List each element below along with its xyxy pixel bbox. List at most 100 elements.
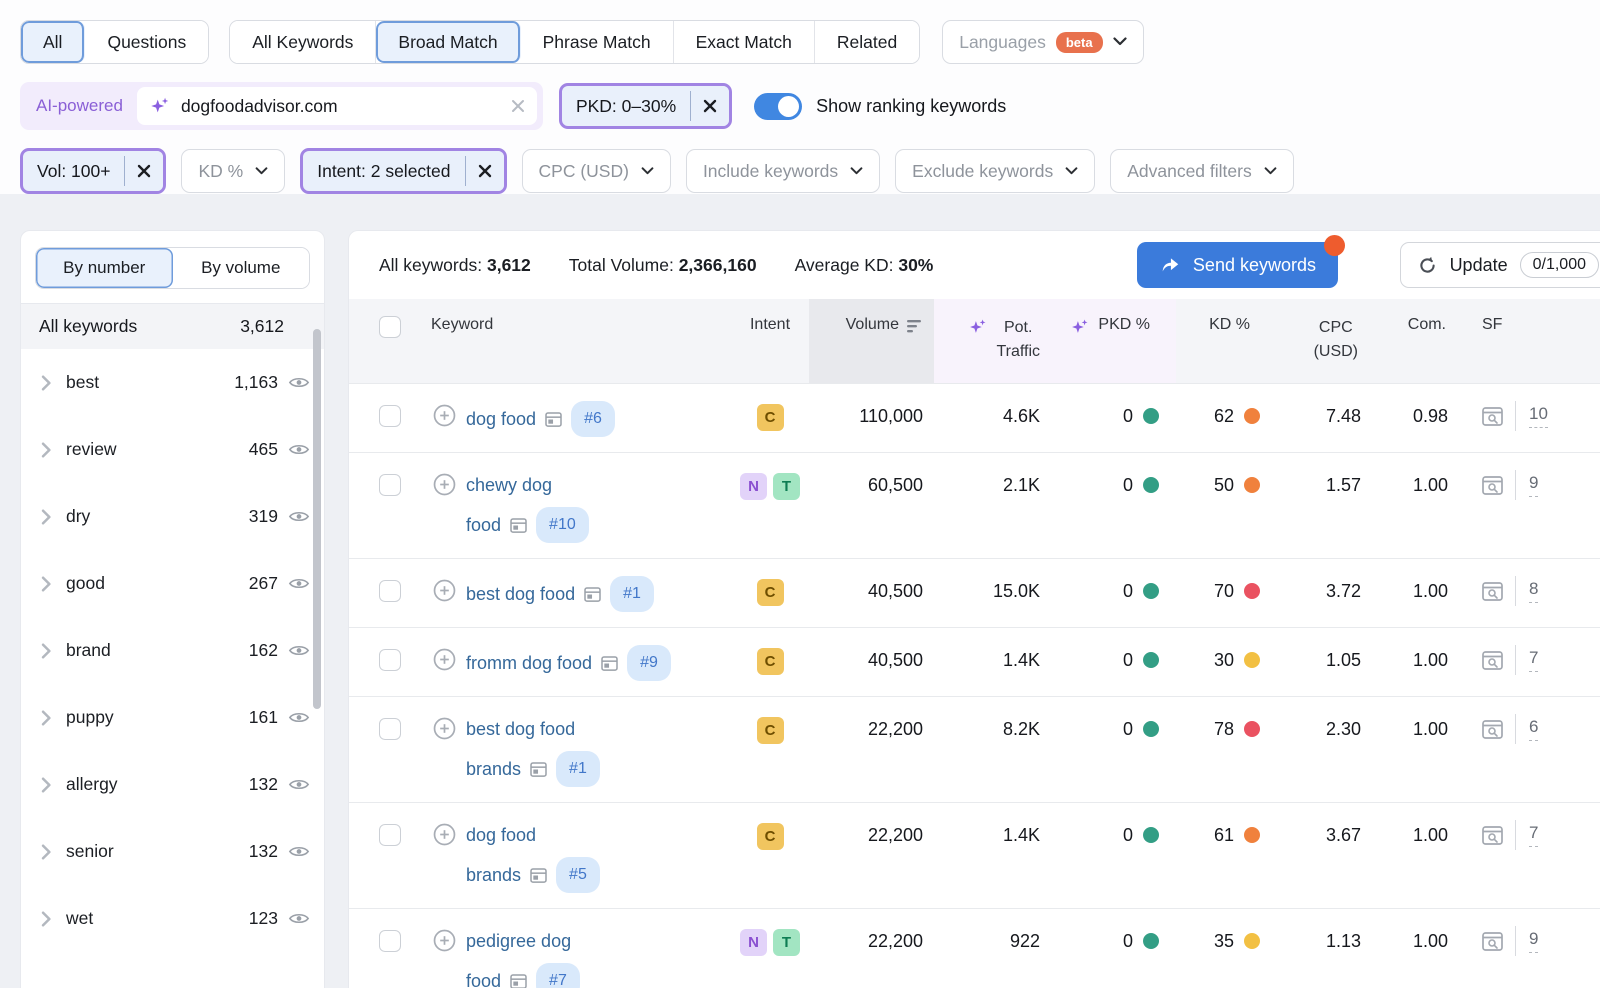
keyword-link[interactable]: best dog food: [466, 714, 575, 744]
tab-questions[interactable]: Questions: [85, 21, 208, 63]
eye-icon[interactable]: [288, 576, 310, 591]
keyword-link[interactable]: brands: [466, 860, 521, 890]
serp-features-icon[interactable]: [584, 587, 601, 602]
chevron-right-icon[interactable]: [41, 643, 52, 659]
eye-icon[interactable]: [288, 375, 310, 390]
position-badge[interactable]: #1: [556, 751, 600, 787]
intent-badge-t[interactable]: T: [773, 929, 800, 956]
position-badge[interactable]: #6: [571, 401, 615, 437]
tab-exact-match[interactable]: Exact Match: [674, 21, 815, 63]
eye-icon[interactable]: [288, 777, 310, 792]
eye-icon[interactable]: [288, 643, 310, 658]
add-keyword-icon[interactable]: [433, 929, 456, 952]
sidebar-scrollbar[interactable]: [313, 329, 321, 709]
chevron-right-icon[interactable]: [41, 710, 52, 726]
row-checkbox[interactable]: [379, 405, 401, 427]
position-badge[interactable]: #9: [627, 645, 671, 681]
serp-features-icon[interactable]: [510, 974, 527, 988]
chevron-right-icon[interactable]: [41, 576, 52, 592]
add-keyword-icon[interactable]: [433, 579, 456, 602]
eye-icon[interactable]: [288, 509, 310, 524]
position-badge[interactable]: #5: [556, 857, 600, 893]
serp-preview-icon[interactable]: [1482, 651, 1503, 670]
position-badge[interactable]: #7: [536, 963, 580, 988]
eye-icon[interactable]: [288, 710, 310, 725]
row-checkbox[interactable]: [379, 649, 401, 671]
kd-filter-dropdown[interactable]: KD %: [181, 149, 285, 193]
row-checkbox[interactable]: [379, 718, 401, 740]
exclude-keywords-dropdown[interactable]: Exclude keywords: [895, 149, 1095, 193]
keyword-link[interactable]: dog food: [466, 820, 536, 850]
row-checkbox[interactable]: [379, 580, 401, 602]
keyword-link[interactable]: chewy dog: [466, 470, 552, 500]
keyword-group-item[interactable]: best1,163: [21, 349, 324, 416]
serp-preview-icon[interactable]: [1482, 582, 1503, 601]
tab-all[interactable]: All: [21, 21, 85, 63]
keyword-link[interactable]: best dog food: [466, 579, 575, 609]
add-keyword-icon[interactable]: [433, 823, 456, 846]
serp-preview-icon[interactable]: [1482, 826, 1503, 845]
chevron-right-icon[interactable]: [41, 442, 52, 458]
add-keyword-icon[interactable]: [433, 473, 456, 496]
header-cpc[interactable]: CPC (USD): [1272, 299, 1368, 383]
intent-badge-c[interactable]: C: [757, 823, 784, 850]
search-input[interactable]: [181, 96, 511, 117]
serp-features-icon[interactable]: [530, 762, 547, 777]
row-checkbox[interactable]: [379, 930, 401, 952]
all-keywords-row[interactable]: All keywords 3,612: [21, 303, 324, 349]
update-button[interactable]: Update 0/1,000: [1400, 242, 1600, 288]
add-keyword-icon[interactable]: [433, 404, 456, 427]
keyword-link[interactable]: pedigree dog: [466, 926, 571, 956]
remove-volume-filter-icon[interactable]: [125, 151, 163, 191]
tab-all-keywords[interactable]: All Keywords: [230, 21, 376, 63]
show-ranking-keywords-toggle[interactable]: [754, 93, 802, 120]
header-pot-traffic[interactable]: Pot. Traffic: [934, 299, 1056, 383]
serp-features-icon[interactable]: [601, 656, 618, 671]
tab-by-number[interactable]: By number: [36, 248, 173, 288]
clear-search-icon[interactable]: [511, 99, 525, 113]
keyword-group-item[interactable]: puppy161: [21, 684, 324, 751]
keyword-link[interactable]: food: [466, 966, 501, 988]
position-badge[interactable]: #10: [536, 507, 589, 543]
keyword-link[interactable]: fromm dog food: [466, 648, 592, 678]
keyword-group-item[interactable]: wet123: [21, 885, 324, 952]
remove-intent-filter-icon[interactable]: [466, 151, 504, 191]
eye-icon[interactable]: [288, 442, 310, 457]
header-volume[interactable]: Volume: [809, 299, 934, 383]
serp-features-icon[interactable]: [545, 412, 562, 427]
header-pkd[interactable]: PKD %: [1056, 299, 1176, 383]
eye-icon[interactable]: [288, 911, 310, 926]
serp-preview-icon[interactable]: [1482, 407, 1503, 426]
tab-phrase-match[interactable]: Phrase Match: [521, 21, 674, 63]
intent-badge-t[interactable]: T: [773, 473, 800, 500]
header-intent[interactable]: Intent: [731, 299, 809, 383]
serp-features-icon[interactable]: [510, 518, 527, 533]
advanced-filters-dropdown[interactable]: Advanced filters: [1110, 149, 1294, 193]
add-keyword-icon[interactable]: [433, 717, 456, 740]
serp-preview-icon[interactable]: [1482, 476, 1503, 495]
keyword-group-item[interactable]: brand162: [21, 617, 324, 684]
keyword-link[interactable]: food: [466, 510, 501, 540]
intent-badge-c[interactable]: C: [757, 717, 784, 744]
keyword-group-item[interactable]: dry319: [21, 483, 324, 550]
keyword-group-item[interactable]: allergy132: [21, 751, 324, 818]
intent-badge-c[interactable]: C: [757, 404, 784, 431]
send-keywords-button[interactable]: Send keywords: [1137, 242, 1338, 288]
intent-badge-n[interactable]: N: [740, 929, 767, 956]
tab-broad-match[interactable]: Broad Match: [376, 21, 520, 63]
cpc-filter-dropdown[interactable]: CPC (USD): [522, 149, 671, 193]
languages-dropdown[interactable]: Languages beta: [942, 20, 1143, 64]
chevron-right-icon[interactable]: [41, 375, 52, 391]
serp-preview-icon[interactable]: [1482, 932, 1503, 951]
include-keywords-dropdown[interactable]: Include keywords: [686, 149, 880, 193]
chevron-right-icon[interactable]: [41, 844, 52, 860]
eye-icon[interactable]: [288, 844, 310, 859]
remove-pkd-filter-icon[interactable]: [691, 86, 729, 126]
intent-badge-n[interactable]: N: [740, 473, 767, 500]
row-checkbox[interactable]: [379, 824, 401, 846]
keyword-link[interactable]: brands: [466, 754, 521, 784]
tab-related[interactable]: Related: [815, 21, 919, 63]
serp-preview-icon[interactable]: [1482, 720, 1503, 739]
header-kd[interactable]: KD %: [1176, 299, 1272, 383]
intent-badge-c[interactable]: C: [757, 648, 784, 675]
